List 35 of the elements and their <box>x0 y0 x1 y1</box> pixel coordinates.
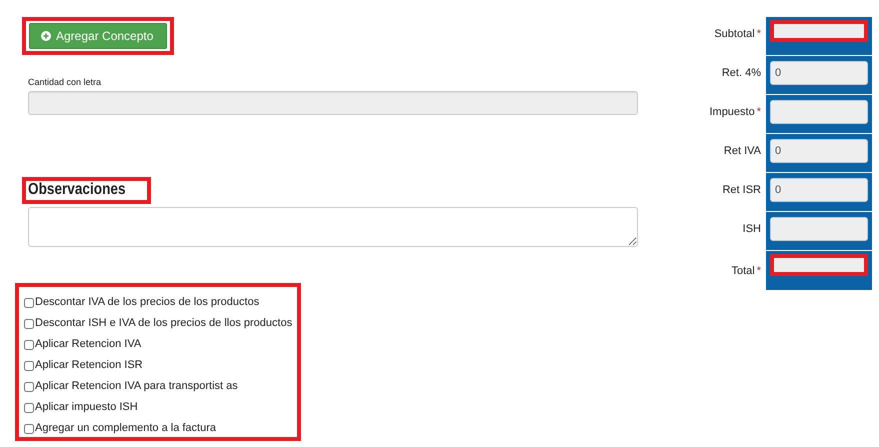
amount-field[interactable]: 0 <box>770 61 868 85</box>
required-mark: * <box>756 106 761 118</box>
total-label: ISH <box>742 222 761 234</box>
option-checkbox[interactable] <box>24 424 34 434</box>
option-checkbox[interactable] <box>24 340 34 350</box>
total-label: Ret. 4% <box>722 66 761 78</box>
section-heading: Observaciones <box>28 181 126 199</box>
total-label: Total <box>731 264 755 276</box>
amount-field[interactable] <box>770 20 868 42</box>
amount-field[interactable] <box>770 254 868 276</box>
option-checkbox[interactable] <box>24 298 34 308</box>
field-label: Cantidad con letra <box>28 77 102 87</box>
total-label: Subtotal <box>714 28 755 40</box>
total-label: Ret IVA <box>724 144 761 156</box>
amount-field[interactable]: 0 <box>770 178 868 202</box>
option-checkbox[interactable] <box>24 319 34 329</box>
option-label: Agregar un complemento a la factura <box>35 422 216 434</box>
amount-field[interactable]: 0 <box>770 139 868 163</box>
option-checkbox[interactable] <box>24 403 34 413</box>
amount-field[interactable] <box>770 217 868 241</box>
option-label: Aplicar impuesto ISH <box>35 401 138 413</box>
option-label: Aplicar Retencion IVA <box>35 338 142 350</box>
option-label: Aplicar Retencion IVA para transportist as <box>35 380 238 392</box>
option-checkbox[interactable] <box>24 361 34 371</box>
option-checkbox[interactable] <box>24 382 34 392</box>
plus-circle-icon <box>41 31 51 41</box>
required-mark: * <box>756 264 761 276</box>
option-label: Descontar ISH e IVA de los precios de llos productos <box>35 317 292 329</box>
option-label: Descontar IVA de los precios de los productos <box>35 296 260 308</box>
total-label: Impuesto <box>709 106 755 118</box>
amount-field[interactable] <box>770 100 868 124</box>
total-label: Ret ISR <box>722 184 761 196</box>
observations-field[interactable] <box>28 207 638 247</box>
required-mark: * <box>756 28 761 40</box>
option-label: Aplicar Retencion ISR <box>35 359 143 371</box>
